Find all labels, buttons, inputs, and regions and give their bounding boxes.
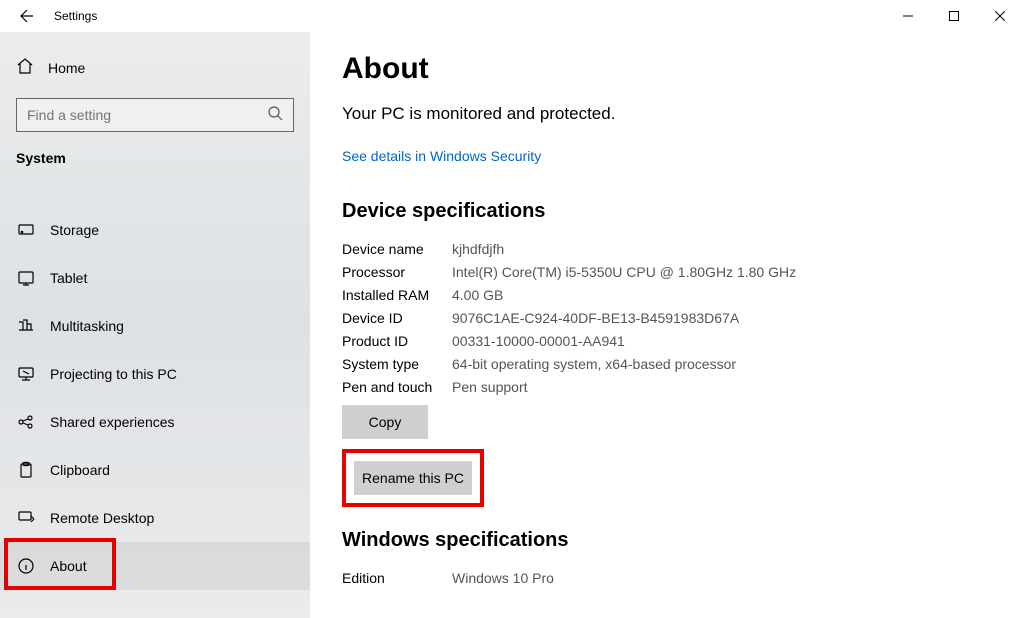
shared-experiences-icon xyxy=(16,412,36,432)
windows-spec-heading: Windows specifications xyxy=(342,529,999,552)
nav-item-storage[interactable]: Storage xyxy=(0,206,310,254)
search-input[interactable] xyxy=(27,107,261,123)
page-title: About xyxy=(342,52,999,86)
tablet-icon xyxy=(16,268,36,288)
spec-value: Pen support xyxy=(452,379,528,395)
titlebar: Settings xyxy=(0,0,1023,32)
spec-label: Device name xyxy=(342,241,452,257)
nav-home[interactable]: Home xyxy=(16,48,310,88)
nav-item-label: Shared experiences xyxy=(50,414,175,430)
spec-value: 64-bit operating system, x64-based proce… xyxy=(452,356,736,372)
nav-item-label: Projecting to this PC xyxy=(50,366,177,382)
spec-label: System type xyxy=(342,356,452,372)
spec-row-edition: Edition Windows 10 Pro xyxy=(342,570,999,586)
copy-button[interactable]: Copy xyxy=(342,405,428,439)
sidebar-section-label: System xyxy=(16,150,310,166)
spec-row-device-name: Device name kjhdfdjfh xyxy=(342,241,999,257)
windows-spec-table: Edition Windows 10 Pro xyxy=(342,570,999,586)
home-icon xyxy=(16,57,34,80)
sidebar-nav: Storage Tablet Multitasking Projecting t… xyxy=(0,206,310,590)
spec-value: kjhdfdjfh xyxy=(452,241,504,257)
nav-item-tablet[interactable]: Tablet xyxy=(0,254,310,302)
back-button[interactable] xyxy=(16,8,36,24)
nav-item-remote-desktop[interactable]: Remote Desktop xyxy=(0,494,310,542)
nav-item-multitasking[interactable]: Multitasking xyxy=(0,302,310,350)
nav-item-label: Storage xyxy=(50,222,99,238)
projecting-icon xyxy=(16,364,36,384)
nav-item-label: Multitasking xyxy=(50,318,124,334)
maximize-button[interactable] xyxy=(931,0,977,32)
spec-value: Windows 10 Pro xyxy=(452,570,554,586)
spec-row-pen-touch: Pen and touch Pen support xyxy=(342,379,999,395)
spec-label: Device ID xyxy=(342,310,452,326)
nav-item-clipboard[interactable]: Clipboard xyxy=(0,446,310,494)
search-box[interactable] xyxy=(16,98,294,132)
security-link[interactable]: See details in Windows Security xyxy=(342,148,541,164)
nav-home-label: Home xyxy=(48,60,85,76)
spec-label: Installed RAM xyxy=(342,287,452,303)
nav-item-about[interactable]: About xyxy=(0,542,310,590)
spec-value: 00331-10000-00001-AA941 xyxy=(452,333,625,349)
spec-label: Pen and touch xyxy=(342,379,452,395)
nav-item-label: Clipboard xyxy=(50,462,110,478)
spec-row-device-id: Device ID 9076C1AE-C924-40DF-BE13-B45919… xyxy=(342,310,999,326)
spec-row-ram: Installed RAM 4.00 GB xyxy=(342,287,999,303)
spec-label: Product ID xyxy=(342,333,452,349)
spec-label: Processor xyxy=(342,264,452,280)
spec-row-processor: Processor Intel(R) Core(TM) i5-5350U CPU… xyxy=(342,264,999,280)
sidebar: Home System Storage Tablet Multitasking xyxy=(0,32,310,618)
nav-item-label: About xyxy=(50,558,87,574)
close-button[interactable] xyxy=(977,0,1023,32)
clipboard-icon xyxy=(16,460,36,480)
spec-row-system-type: System type 64-bit operating system, x64… xyxy=(342,356,999,372)
multitasking-icon xyxy=(16,316,36,336)
search-icon xyxy=(267,105,283,126)
spec-row-product-id: Product ID 00331-10000-00001-AA941 xyxy=(342,333,999,349)
spec-label: Edition xyxy=(342,570,452,586)
about-icon xyxy=(16,556,36,576)
remote-desktop-icon xyxy=(16,508,36,528)
nav-item-label: Remote Desktop xyxy=(50,510,154,526)
nav-item-projecting[interactable]: Projecting to this PC xyxy=(0,350,310,398)
nav-item-shared-experiences[interactable]: Shared experiences xyxy=(0,398,310,446)
protection-status: Your PC is monitored and protected. xyxy=(342,104,999,124)
spec-value: 9076C1AE-C924-40DF-BE13-B4591983D67A xyxy=(452,310,739,326)
device-spec-table: Device name kjhdfdjfh Processor Intel(R)… xyxy=(342,241,999,395)
spec-value: 4.00 GB xyxy=(452,287,503,303)
storage-icon xyxy=(16,220,36,240)
window-title: Settings xyxy=(54,9,97,23)
highlight-marker-rename: Rename this PC xyxy=(342,449,484,507)
main-content: About Your PC is monitored and protected… xyxy=(310,32,1023,618)
nav-item-label: Tablet xyxy=(50,270,87,286)
device-spec-heading: Device specifications xyxy=(342,200,999,223)
spec-value: Intel(R) Core(TM) i5-5350U CPU @ 1.80GHz… xyxy=(452,264,796,280)
rename-pc-button[interactable]: Rename this PC xyxy=(354,461,472,495)
minimize-button[interactable] xyxy=(885,0,931,32)
